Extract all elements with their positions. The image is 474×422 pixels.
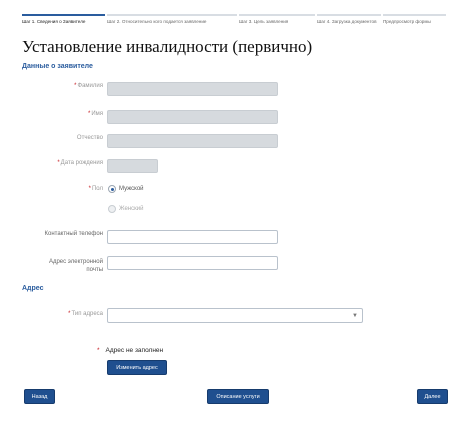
address-error: * Адрес не заполнен — [97, 347, 163, 354]
gender-male-label: Мужской — [119, 186, 144, 192]
patronymic-field[interactable] — [107, 134, 278, 148]
surname-row: *Фамилия — [0, 82, 474, 96]
address-type-label-text: Тип адреса — [71, 311, 103, 317]
address-section-title: Адрес — [22, 285, 44, 292]
address-type-label: *Тип адреса — [68, 311, 103, 317]
address-type-select[interactable]: ▼ — [107, 308, 363, 323]
phone-row: Контактный телефон — [0, 230, 474, 244]
step-1-applicant[interactable]: Шаг 1. Сведения о Заявителе — [22, 14, 107, 28]
step-4-documents[interactable]: Шаг 4. Загрузка документов — [317, 14, 383, 28]
birthdate-label: *Дата рождения — [57, 160, 103, 166]
chevron-down-icon: ▼ — [352, 313, 358, 319]
address-error-text: Адрес не заполнен — [105, 347, 164, 354]
surname-field[interactable] — [107, 82, 278, 96]
birthdate-row: *Дата рождения — [0, 159, 474, 173]
phone-field[interactable] — [107, 230, 278, 244]
required-mark: * — [74, 83, 77, 89]
service-description-button[interactable]: Описание услуги — [207, 389, 269, 404]
step-2-subject[interactable]: Шаг 2. Относительно кого подается заявле… — [107, 14, 239, 28]
step-3-purpose[interactable]: Шаг 3. Цель заявления — [239, 14, 317, 28]
required-mark: * — [88, 186, 91, 192]
applicant-section-title: Данные о заявителе — [22, 63, 93, 70]
gender-male-radio[interactable]: Мужской — [108, 185, 144, 193]
gender-female-radio[interactable]: Женский — [108, 205, 143, 213]
next-button[interactable]: Далее — [417, 389, 448, 404]
name-label-text: Имя — [91, 111, 103, 117]
required-mark: * — [57, 160, 60, 166]
surname-label-text: Фамилия — [77, 83, 103, 89]
address-type-row: *Тип адреса ▼ — [0, 308, 474, 323]
birthdate-label-text: Дата рождения — [60, 160, 103, 166]
surname-label: *Фамилия — [74, 83, 103, 89]
page-title: Установление инвалидности (первично) — [22, 37, 313, 56]
birthdate-field[interactable] — [107, 159, 158, 173]
name-row: *Имя — [0, 110, 474, 124]
email-label: Адрес электронной почты — [48, 259, 103, 273]
email-row: Адрес электронной почты — [0, 256, 474, 273]
change-address-button[interactable]: Изменить адрес — [107, 360, 167, 375]
wizard-steps: Шаг 1. Сведения о Заявителе Шаг 2. Относ… — [22, 14, 448, 28]
phone-label: Контактный телефон — [44, 231, 104, 237]
gender-female-label: Женский — [119, 206, 144, 212]
name-field[interactable] — [107, 110, 278, 124]
required-mark: * — [87, 111, 91, 117]
email-field[interactable] — [107, 256, 278, 270]
error-mark: * — [97, 347, 100, 354]
patronymic-label: Отчество — [76, 135, 103, 141]
gender-row: *Пол Мужской Женский — [0, 185, 474, 213]
radio-empty-icon — [108, 205, 116, 213]
step-preview[interactable]: Предпросмотр формы — [383, 14, 448, 28]
radio-selected-icon — [108, 185, 116, 193]
name-label: *Имя — [88, 111, 103, 117]
patronymic-row: Отчество — [0, 134, 474, 148]
gender-label-text: Пол — [91, 186, 103, 192]
gender-label: *Пол — [89, 186, 103, 192]
back-button[interactable]: Назад — [24, 389, 55, 404]
